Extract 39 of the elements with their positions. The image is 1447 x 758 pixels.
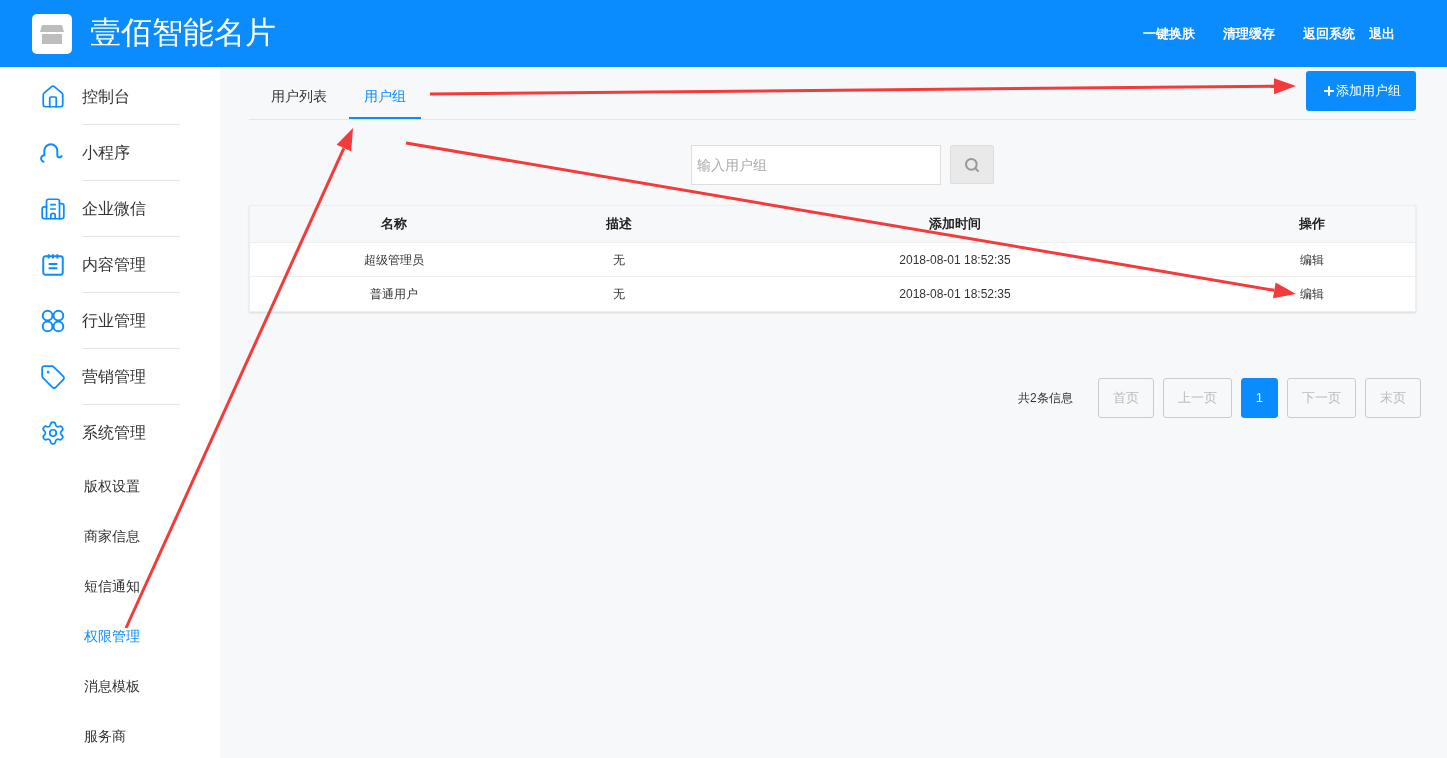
search-icon bbox=[964, 156, 980, 173]
plus-icon bbox=[1321, 84, 1336, 98]
sidebar-item[interactable]: 系统管理 bbox=[0, 405, 220, 461]
column-header: 描述 bbox=[605, 215, 633, 234]
column-header: 操作 bbox=[1298, 215, 1326, 234]
sidebar-item[interactable]: 企业微信 bbox=[0, 181, 220, 237]
sidebar-item[interactable]: 控制台 bbox=[0, 69, 220, 125]
settings-icon bbox=[40, 420, 66, 446]
table-cell-text: 无 bbox=[612, 251, 626, 269]
sidebar-subitem[interactable]: 短信通知 bbox=[0, 561, 220, 611]
tag-icon bbox=[40, 364, 66, 390]
home-icon bbox=[40, 84, 66, 110]
search-field[interactable]: 输入用户组 bbox=[691, 145, 941, 185]
table-cell-text: 超级管理员 bbox=[362, 251, 425, 269]
sidebar-subitem[interactable]: 权限管理 bbox=[0, 611, 220, 661]
four-circles-icon bbox=[40, 308, 66, 334]
column-header: 名称 bbox=[379, 215, 408, 234]
sidebar-subitem[interactable]: 服务商 bbox=[0, 711, 220, 758]
sidebar-item[interactable]: 行业管理 bbox=[0, 293, 220, 349]
table-cell-text: 普通用户 bbox=[368, 286, 419, 303]
edit-link[interactable]: 编辑 bbox=[1300, 252, 1324, 267]
sidebar-item[interactable]: 小程序 bbox=[0, 125, 220, 181]
column-header: 添加时间 bbox=[928, 215, 982, 234]
sidebar-subitem[interactable]: 版权设置 bbox=[0, 461, 220, 511]
table-cell-text: 2018-08-01 18:52:35 bbox=[898, 251, 1012, 269]
store-icon bbox=[40, 22, 64, 45]
sidebar-subitem[interactable]: 消息模板 bbox=[0, 661, 220, 711]
building-icon bbox=[40, 196, 66, 222]
table-cell-text: 无 bbox=[612, 286, 626, 303]
search-button[interactable] bbox=[950, 145, 994, 184]
calendar-icon bbox=[40, 252, 66, 278]
table-cell-text: 2018-08-01 18:52:35 bbox=[898, 286, 1012, 303]
tab[interactable]: 用户列表 bbox=[263, 86, 335, 119]
record-count: 共2条信息 bbox=[1018, 390, 1073, 407]
app-title: 壹佰智能名片 bbox=[90, 14, 276, 53]
edit-link[interactable]: 编辑 bbox=[1300, 287, 1324, 301]
sidebar-item[interactable]: 营销管理 bbox=[0, 349, 220, 405]
sidebar-subitem[interactable]: 商家信息 bbox=[0, 511, 220, 561]
sidebar-item[interactable]: 内容管理 bbox=[0, 237, 220, 293]
